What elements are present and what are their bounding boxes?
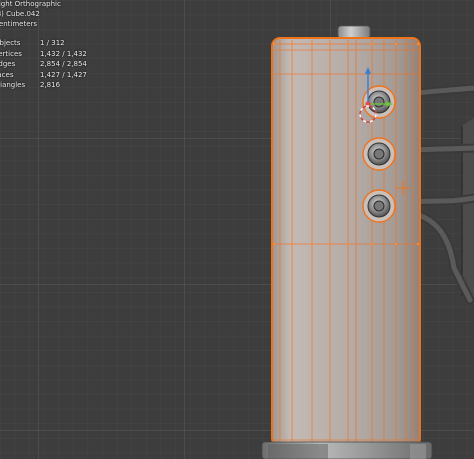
stat-value: 2,854 / 2,854 [40, 60, 87, 68]
stat-value: 1,432 / 1,432 [40, 49, 87, 58]
connector-3[interactable] [362, 189, 396, 223]
view-name: Right Orthographic [0, 0, 61, 8]
top-cap[interactable] [337, 25, 371, 39]
stat-vertices: Vertices 1,432 / 1,432 [0, 50, 87, 61]
stat-label: Triangles [0, 81, 26, 89]
stat-label: Objects [0, 39, 21, 47]
stat-value: 2,816 [40, 81, 61, 89]
stat-label: Vertices [0, 49, 22, 58]
connector-2[interactable] [362, 137, 396, 171]
stat-label: Faces [0, 70, 14, 79]
stat-value: 1,427 / 1,427 [40, 70, 87, 79]
stat-label: Edges [0, 60, 16, 68]
stat-value: 1 / 312 [40, 39, 65, 47]
scene-statistics: Objects 1 / 312 Vertices 1,432 / 1,432 E… [0, 39, 87, 92]
base-plate[interactable] [261, 441, 433, 459]
stat-edges: Edges 2,854 / 2,854 [0, 60, 87, 71]
active-object-name: (8) Cube.042 [0, 10, 40, 18]
viewport-info-overlay: Right Orthographic (8) Cube.042 Centimet… [0, 0, 87, 92]
stat-triangles: Triangles 2,816 [0, 81, 87, 92]
scene-units: Centimeters [0, 20, 38, 28]
stat-faces: Faces 1,427 / 1,427 [0, 71, 87, 82]
stat-objects: Objects 1 / 312 [0, 39, 87, 50]
selected-mesh-cube-042[interactable] [271, 37, 421, 447]
